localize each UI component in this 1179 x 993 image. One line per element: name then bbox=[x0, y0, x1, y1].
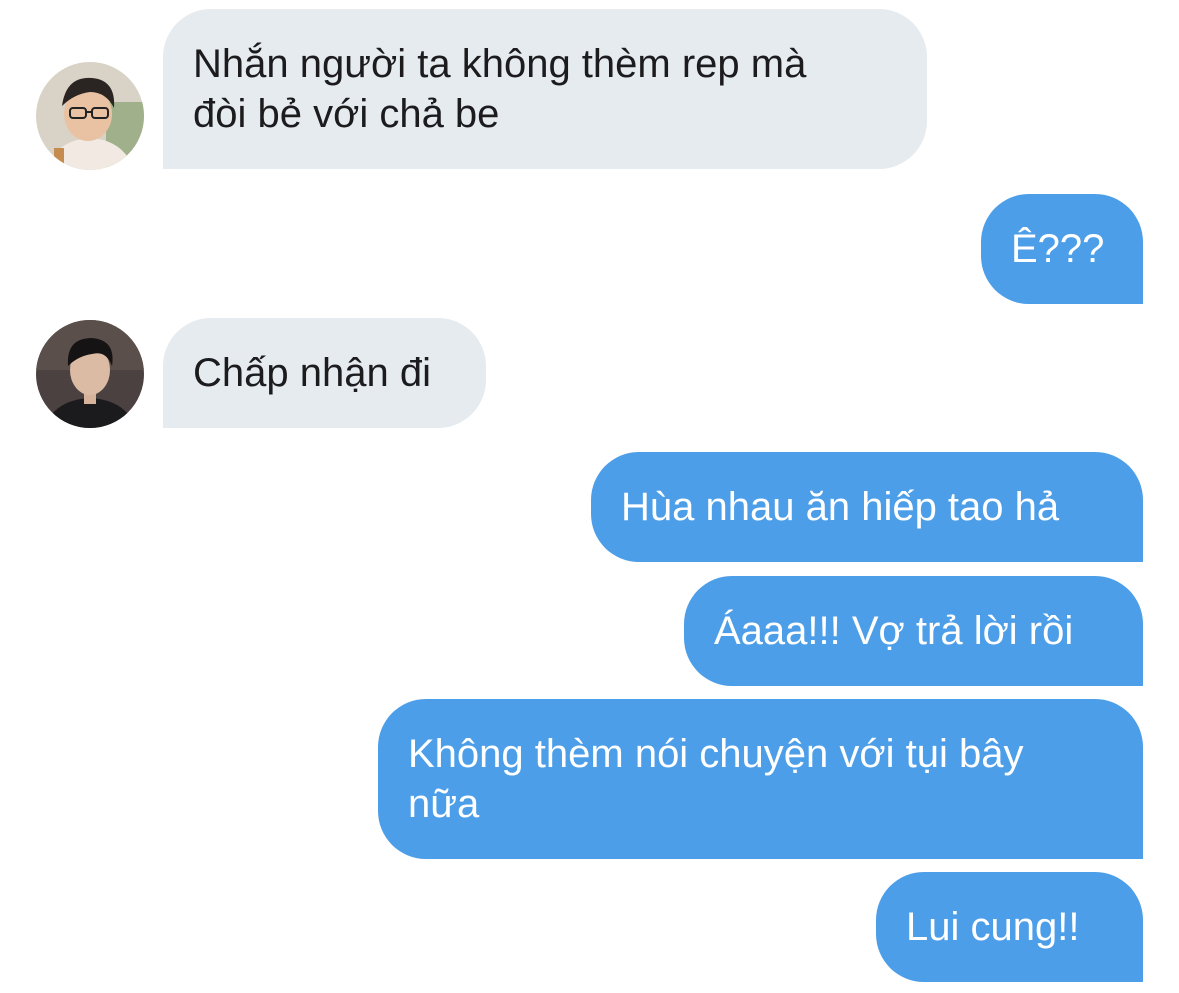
sender-avatar[interactable] bbox=[36, 62, 144, 170]
message-bubble-outgoing[interactable]: Ê??? bbox=[981, 194, 1143, 304]
message-bubble-incoming[interactable]: Chấp nhận đi bbox=[163, 318, 486, 428]
message-bubble-incoming[interactable]: Nhắn người ta không thèm rep mà đòi bẻ v… bbox=[163, 9, 927, 169]
sender-avatar[interactable] bbox=[36, 320, 144, 428]
message-bubble-outgoing[interactable]: Hùa nhau ăn hiếp tao hả bbox=[591, 452, 1143, 562]
message-bubble-outgoing[interactable]: Lui cung!! bbox=[876, 872, 1143, 982]
avatar-photo-1 bbox=[36, 62, 144, 170]
message-bubble-outgoing[interactable]: Không thèm nói chuyện với tụi bây nữa bbox=[378, 699, 1143, 859]
message-bubble-outgoing[interactable]: Áaaa!!! Vợ trả lời rồi bbox=[684, 576, 1143, 686]
avatar-photo-2 bbox=[36, 320, 144, 428]
